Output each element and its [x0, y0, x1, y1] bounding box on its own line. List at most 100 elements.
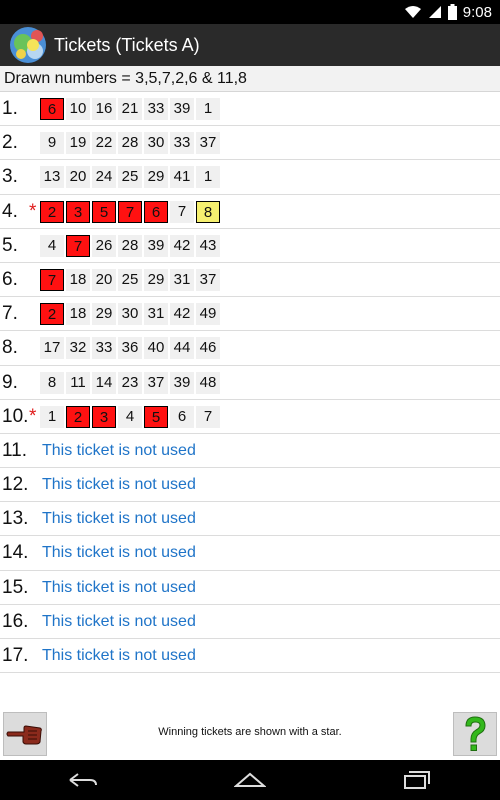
ticket-row[interactable]: 3. 13 20 24 25 29 41 1: [0, 160, 500, 195]
ticket-numbers: 1234567: [40, 405, 220, 428]
bottom-bar: Winning tickets are shown with a star.: [0, 700, 500, 760]
ticket-ball-number: 30: [144, 132, 168, 155]
winning-hint: Winning tickets are shown with a star.: [158, 726, 342, 738]
ticket-number: 5.: [2, 234, 18, 256]
bonus-number: 8: [196, 200, 220, 223]
ticket-ball-number: 1: [196, 166, 220, 189]
ticket-row[interactable]: 14. This ticket is not used: [0, 536, 500, 571]
ticket-row[interactable]: 1. 6 10 16 21 33 39 1: [0, 92, 500, 127]
ticket-ball-number: 29: [144, 268, 168, 291]
ticket-row[interactable]: 11. This ticket is not used: [0, 434, 500, 469]
drawn-numbers: Drawn numbers = 3,5,7,2,6 & 11,8: [0, 66, 500, 92]
ticket-ball-number: 25: [118, 166, 142, 189]
status-time: 9:08: [462, 3, 492, 21]
ticket-ball-number: 20: [66, 166, 90, 189]
ticket-ball-number: 41: [170, 166, 194, 189]
ticket-ball-number: 1: [196, 98, 220, 120]
battery-icon: [447, 4, 457, 20]
ticket-ball-number: 46: [196, 337, 220, 360]
ticket-list: 1. 6 10 16 21 33 39 1 2. 9 19 22 28 30 33 37 3. 13 20 24 25 2…: [0, 92, 500, 674]
ticket-ball-number: 42: [170, 234, 194, 257]
ticket-row[interactable]: 13. This ticket is not used: [0, 502, 500, 537]
navigation-bar: [0, 760, 500, 800]
matched-number: 3: [92, 405, 116, 428]
ticket-ball-number: 21: [118, 98, 142, 120]
ticket-row[interactable]: 15. This ticket is not used: [0, 571, 500, 605]
ticket-row[interactable]: 5. 4 7 26 28 39 42 43: [0, 229, 500, 263]
ticket-number: 1.: [2, 98, 18, 119]
ticket-row[interactable]: 9. 8 11 14 23 37 39 48: [0, 366, 500, 400]
ticket-ball-number: 18: [66, 303, 90, 326]
ticket-ball-number: 25: [118, 268, 142, 291]
status-icons: 9:08: [404, 2, 492, 22]
ticket-ball-number: 32: [66, 337, 90, 360]
nav-home-button[interactable]: [220, 760, 280, 800]
ticket-number: 3.: [2, 166, 18, 188]
ticket-ball-number: 42: [170, 303, 194, 326]
ticket-ball-number: 17: [40, 337, 64, 360]
ticket-ball-number: 39: [170, 371, 194, 394]
ticket-ball-number: 33: [144, 98, 168, 120]
ticket-number: 11.: [2, 439, 28, 461]
ticket-ball-number: 44: [170, 337, 194, 360]
matched-number: 7: [118, 200, 142, 223]
signal-icon: [428, 6, 441, 18]
ticket-row[interactable]: 2. 9 19 22 28 30 33 37: [0, 126, 500, 161]
ticket-ball-number: 20: [92, 268, 116, 291]
ticket-ball-number: 33: [92, 337, 116, 360]
ticket-number: 17.: [2, 645, 29, 666]
ticket-ball-number: 29: [92, 303, 116, 326]
ticket-ball-number: 1: [40, 405, 64, 428]
lottery-app-icon[interactable]: [8, 25, 48, 65]
ticket-numbers: 8 11 14 23 37 39 48: [40, 371, 220, 394]
ticket-ball-number: 16: [92, 98, 116, 120]
ticket-row[interactable]: 6. 7 18 20 25 29 31 37: [0, 263, 500, 298]
winning-star: *: [29, 200, 37, 222]
ticket-number: 14.: [2, 542, 29, 564]
ticket-number: 9.: [2, 371, 18, 393]
ticket-row[interactable]: 4. * 2 3 5 7 6 7 8: [0, 195, 500, 229]
matched-number: 5: [144, 405, 168, 428]
ticket-ball-number: 4: [40, 234, 64, 257]
question-mark-icon: [465, 716, 486, 751]
status-bar: 9:08: [0, 0, 500, 24]
unused-ticket-text: This ticket is not used: [42, 476, 196, 494]
ticket-row[interactable]: 7. 2 18 29 30 31 42 49: [0, 297, 500, 332]
ticket-ball-number: 48: [196, 371, 220, 394]
ticket-row[interactable]: 8. 17 32 33 36 40 44 46: [0, 331, 500, 366]
ticket-row[interactable]: 10. * 1 2 3 4 5 6 7: [0, 400, 500, 434]
nav-back-button[interactable]: [53, 760, 113, 800]
ticket-numbers: 7 18 20 25 29 31 37: [40, 268, 220, 291]
recents-icon: [403, 771, 430, 789]
unused-ticket-text: This ticket is not used: [42, 544, 196, 562]
ticket-ball-number: 30: [118, 303, 142, 326]
ticket-numbers: 2 18 29 30 31 42 49: [40, 303, 220, 326]
nav-recents-button[interactable]: [387, 760, 447, 800]
matched-number: 2: [40, 303, 64, 326]
ticket-ball-number: 11: [66, 371, 90, 394]
ticket-ball-number: 37: [144, 371, 168, 394]
unused-ticket-text: This ticket is not used: [42, 647, 196, 664]
matched-number: 5: [92, 200, 116, 223]
ticket-number: 10.: [2, 405, 29, 427]
ticket-ball-number: 10: [66, 98, 90, 120]
back-arrow-icon: [69, 773, 98, 787]
ticket-row[interactable]: 17. This ticket is not used: [0, 639, 500, 674]
ticket-number: 12.: [2, 474, 29, 496]
help-button[interactable]: [453, 712, 497, 756]
ticket-number: 7.: [2, 303, 18, 325]
page-title: Tickets (Tickets A): [54, 34, 200, 55]
ticket-numbers: 9 19 22 28 30 33 37: [40, 132, 220, 155]
ticket-row[interactable]: 16. This ticket is not used: [0, 605, 500, 639]
ticket-numbers: 6 10 16 21 33 39 1: [40, 98, 220, 120]
ticket-ball-number: 33: [170, 132, 194, 155]
wifi-icon: [404, 6, 421, 18]
matched-number: 2: [66, 405, 90, 428]
ticket-ball-number: 22: [92, 132, 116, 155]
ticket-ball-number: 9: [40, 132, 64, 155]
unused-ticket-text: This ticket is not used: [42, 441, 196, 459]
home-icon: [233, 772, 266, 787]
ticket-ball-number: 49: [196, 303, 220, 326]
ticket-ball-number: 31: [144, 303, 168, 326]
ticket-row[interactable]: 12. This ticket is not used: [0, 468, 500, 503]
